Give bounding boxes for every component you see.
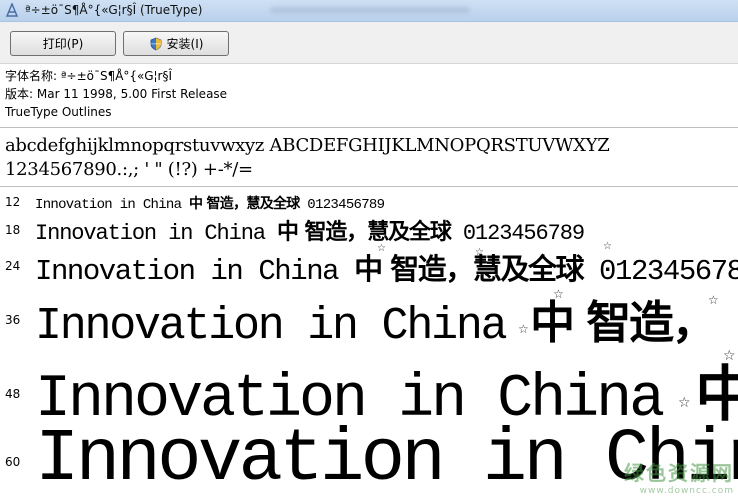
star-decoration: ☆ <box>603 241 612 252</box>
character-set-preview: abcdefghijklmnopqrstuvwxyz ABCDEFGHIJKLM… <box>5 134 610 182</box>
star-decoration: ☆ <box>678 395 691 411</box>
install-button[interactable]: 安装(I) <box>123 31 229 56</box>
star-decoration: ☆ <box>708 293 719 307</box>
star-decoration: ☆ <box>553 287 564 301</box>
charset-letters: abcdefghijklmnopqrstuvwxyz ABCDEFGHIJKLM… <box>5 135 610 156</box>
sample-text: Innovation in China 中 <box>35 360 738 422</box>
sample-row-12: 12 Innovation in China 中 智造，慧及全球 0123456… <box>0 190 738 212</box>
print-button-label: 打印(P) <box>42 37 84 51</box>
watermark-url: www.downcc.com <box>639 486 734 496</box>
font-type: TrueType Outlines <box>5 105 112 119</box>
window-title: ª÷±ö¯S¶Å°{«G¦r§Î (TrueType) <box>25 3 203 17</box>
divider <box>0 186 738 187</box>
size-label: 60 <box>5 455 21 469</box>
print-button[interactable]: 打印(P) <box>10 31 116 56</box>
watermark-title: 绿色资源网 <box>624 461 734 485</box>
toolbar: 打印(P) 安装(I) <box>0 22 738 64</box>
sample-row-36: 36 Innovation in China 中 智造， <box>0 286 738 344</box>
size-label: 48 <box>5 387 21 401</box>
sample-row-24: 24 Innovation in China 中 智造，慧及全球 0123456… <box>0 246 738 286</box>
size-label: 18 <box>5 223 21 237</box>
star-decoration: ☆ <box>518 322 529 336</box>
watermark: 绿色资源网 www.downcc.com <box>624 457 734 496</box>
charset-symbols: 1234567890.:,; ' " (!?) +-*/= <box>5 159 253 180</box>
font-name: 字体名称: ª÷±ö¯S¶Å°{«G¦r§Î <box>5 69 173 83</box>
star-decoration: ☆ <box>377 243 386 254</box>
install-button-label: 安装(I) <box>166 37 204 51</box>
sample-text: Innovation in China 中 智造，慧及全球 0123456789 <box>35 220 585 246</box>
title-bar: ª÷±ö¯S¶Å°{«G¦r§Î (TrueType) <box>0 0 738 22</box>
sample-row-48: 48 Innovation in China 中 <box>0 344 738 422</box>
shield-icon <box>150 37 161 50</box>
sample-text: Innovation in China 中 智造，慧及全球 0123456789 <box>35 196 385 212</box>
sample-text: Innovation in China 中 智造， <box>35 296 717 344</box>
font-version: 版本: Mar 11 1998, 5.00 First Release <box>5 87 228 101</box>
divider <box>0 127 738 128</box>
sample-row-18: 18 Innovation in China 中 智造，慧及全球 0123456… <box>0 212 738 246</box>
font-file-icon <box>5 3 19 17</box>
font-info: 字体名称: ª÷±ö¯S¶Å°{«G¦r§Î 版本: Mar 11 1998, … <box>5 67 227 121</box>
size-label: 24 <box>5 259 21 273</box>
star-decoration: ☆ <box>475 247 484 258</box>
sample-text: Innovation in China 中 智造，慧及全球 0123456789 <box>35 252 738 286</box>
size-label: 12 <box>5 195 21 209</box>
title-bar-path <box>270 7 470 13</box>
size-label: 36 <box>5 313 21 327</box>
star-decoration: ☆ <box>723 348 736 364</box>
